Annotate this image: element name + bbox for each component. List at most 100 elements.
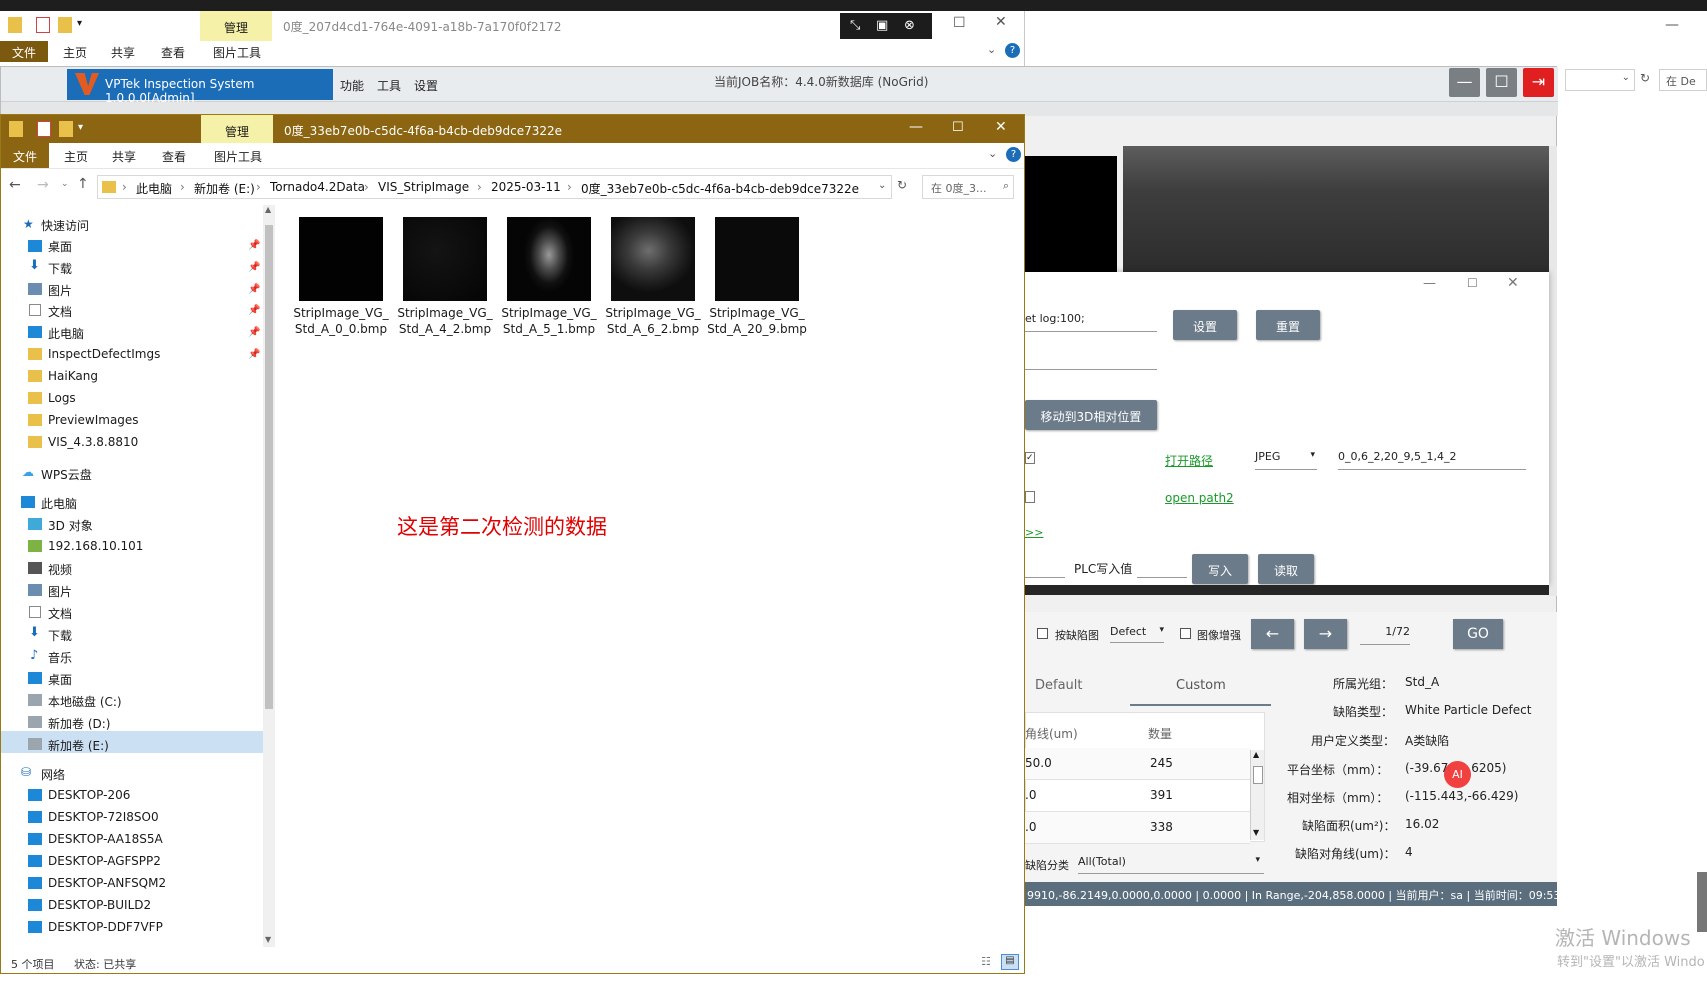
nav-quick-access[interactable]: 快速访问 xyxy=(41,217,89,234)
tab-home[interactable]: 主页 xyxy=(64,148,88,165)
refresh-icon[interactable]: ↻ xyxy=(1640,71,1650,85)
nav-network-pc[interactable]: DESKTOP-206 xyxy=(48,788,130,802)
prev-button[interactable]: ← xyxy=(1251,619,1294,649)
next-button[interactable]: → xyxy=(1304,619,1347,649)
nav-item-downloads[interactable]: 下载 xyxy=(48,260,72,277)
defect-select[interactable]: Defect ▾ xyxy=(1110,625,1164,643)
nav-network-pc[interactable]: DESKTOP-ANFSQM2 xyxy=(48,876,166,890)
pin-icon[interactable]: 📌 xyxy=(248,349,260,360)
nav-item-inspectdefectimgs[interactable]: InspectDefectImgs xyxy=(48,347,160,361)
nav-item-documents[interactable]: 文档 xyxy=(48,303,72,320)
help-icon[interactable]: ? xyxy=(1006,147,1021,162)
pin-icon[interactable]: ⤡ xyxy=(850,18,860,33)
scroll-up-icon[interactable]: ▲ xyxy=(1253,750,1259,759)
maximize-icon[interactable]: ☐ xyxy=(952,120,964,135)
dialog-close-icon[interactable]: ✕ xyxy=(1507,275,1519,291)
nav-item-pc-documents[interactable]: 文档 xyxy=(48,605,72,622)
back-arrow-icon[interactable]: ← xyxy=(9,177,21,193)
scroll-down-icon[interactable]: ▼ xyxy=(1253,828,1259,837)
more-link[interactable]: >> xyxy=(1025,526,1043,539)
path-input[interactable]: 0_0,6_2,20_9,5_1,4_2 xyxy=(1338,450,1526,470)
nav-item-pc-desktop[interactable]: 桌面 xyxy=(48,671,72,688)
file-name[interactable]: StripImage_VG_Std_A_5_1.bmp xyxy=(499,305,599,337)
table-row[interactable]: 50.0 245 xyxy=(1025,748,1250,780)
breadcrumb-current-folder[interactable]: 0度_33eb7e0b-c5dc-4f6a-b4cb-deb9dce7322e xyxy=(581,180,859,197)
dialog-minimize-icon[interactable]: — xyxy=(1423,276,1436,291)
tab-view[interactable]: 查看 xyxy=(161,44,185,61)
nav-item-videos[interactable]: 视频 xyxy=(48,561,72,578)
minimize-icon[interactable]: — xyxy=(1665,17,1679,33)
checkbox-unchecked[interactable] xyxy=(1025,491,1035,503)
nav-item-drive-d[interactable]: 新加卷 (D:) xyxy=(48,715,110,732)
file-name[interactable]: StripImage_VG_Std_A_6_2.bmp xyxy=(603,305,703,337)
screen-icon[interactable]: ▣ xyxy=(876,18,888,33)
large-icons-view-icon[interactable]: ▤ xyxy=(1001,954,1019,970)
table-scrollbar[interactable]: ▲ ▼ xyxy=(1250,750,1264,840)
nav-item-pc-downloads[interactable]: 下载 xyxy=(48,627,72,644)
scroll-down-icon[interactable]: ▼ xyxy=(265,935,271,944)
file-thumbnail[interactable] xyxy=(299,217,383,301)
pin-icon[interactable]: 📌 xyxy=(248,262,260,273)
nav-item-previewimages[interactable]: PreviewImages xyxy=(48,413,139,427)
nav-wps-cloud[interactable]: WPS云盘 xyxy=(41,466,92,483)
tab-share[interactable]: 共享 xyxy=(111,44,135,61)
file-thumbnail[interactable] xyxy=(611,217,695,301)
file-name[interactable]: StripImage_VG_Std_A_4_2.bmp xyxy=(395,305,495,337)
menu-settings[interactable]: 设置 xyxy=(414,77,438,94)
nav-item-music[interactable]: 音乐 xyxy=(48,649,72,666)
qat-dropdown-icon[interactable]: ▾ xyxy=(77,18,82,29)
nav-item-drive-c[interactable]: 本地磁盘 (C:) xyxy=(48,693,122,710)
pin-icon[interactable]: 📌 xyxy=(248,240,260,251)
nav-this-pc[interactable]: 此电脑 xyxy=(41,495,77,512)
tab-manage[interactable]: 管理 xyxy=(201,115,273,143)
open-path-link[interactable]: 打开路径 xyxy=(1165,452,1213,469)
vp-exit-button[interactable]: ⇥ xyxy=(1523,68,1554,97)
ribbon-expand-icon[interactable]: ⌄ xyxy=(988,147,997,160)
open-path2-link[interactable]: open path2 xyxy=(1165,491,1234,505)
close-icon[interactable]: ✕ xyxy=(995,14,1007,30)
refresh-icon[interactable]: ↻ xyxy=(897,178,907,192)
tab-picture-tools[interactable]: 图片工具 xyxy=(213,44,261,61)
checkbox-checked[interactable]: ✓ xyxy=(1025,452,1035,464)
right-dropdown[interactable]: ⌄ xyxy=(1565,69,1635,91)
pin-icon[interactable]: 📌 xyxy=(248,305,260,316)
breadcrumb-vis-stripimage[interactable]: VIS_StripImage xyxy=(378,180,469,194)
properties-icon[interactable] xyxy=(37,121,51,137)
vp-minimize-button[interactable]: — xyxy=(1449,68,1480,97)
scroll-up-icon[interactable]: ▲ xyxy=(265,205,271,214)
left-input[interactable] xyxy=(1025,558,1065,578)
tab-picture-tools[interactable]: 图片工具 xyxy=(214,148,262,165)
tab-file[interactable]: 文件 xyxy=(0,41,48,62)
nav-item-network-share[interactable]: 192.168.10.101 xyxy=(48,539,143,553)
breadcrumb-drive-e[interactable]: 新加卷 (E:) xyxy=(194,180,255,197)
write-button[interactable]: 写入 xyxy=(1192,554,1248,584)
nav-item-this-pc[interactable]: 此电脑 xyxy=(48,325,84,342)
read-button[interactable]: 读取 xyxy=(1258,554,1314,584)
breadcrumb-date[interactable]: 2025-03-11 xyxy=(491,180,561,194)
enhance-checkbox[interactable] xyxy=(1180,628,1191,639)
nav-network-pc[interactable]: DESKTOP-AA18S5A xyxy=(48,832,163,846)
go-button[interactable]: GO xyxy=(1453,619,1503,649)
breadcrumb-tornado[interactable]: Tornado4.2Data xyxy=(270,180,365,194)
minimize-icon[interactable]: — xyxy=(909,119,923,135)
file-name[interactable]: StripImage_VG_Std_A_0_0.bmp xyxy=(291,305,391,337)
defect-map-checkbox[interactable] xyxy=(1037,628,1048,639)
table-row[interactable]: .0 338 xyxy=(1025,812,1250,844)
nav-network-pc[interactable]: DESKTOP-BUILD2 xyxy=(48,898,151,912)
ribbon-expand-icon[interactable]: ⌄ xyxy=(987,43,996,56)
tab-view[interactable]: 查看 xyxy=(162,148,186,165)
tab-file[interactable]: 文件 xyxy=(1,143,49,168)
details-view-icon[interactable]: ☷ xyxy=(981,955,991,968)
nav-scroll-thumb[interactable] xyxy=(265,225,273,709)
close-circle-icon[interactable]: ⊗ xyxy=(904,18,915,33)
reset-button[interactable]: 重置 xyxy=(1256,310,1320,340)
nav-item-haikang[interactable]: HaiKang xyxy=(48,369,98,383)
ai-assistant-icon[interactable]: AI xyxy=(1444,761,1471,788)
file-name[interactable]: StripImage_VG_Std_A_20_9.bmp xyxy=(707,305,807,337)
nav-network[interactable]: 网络 xyxy=(41,766,65,783)
qat-dropdown-icon[interactable]: ▾ xyxy=(78,122,83,133)
nav-item-drive-e[interactable]: 新加卷 (E:) xyxy=(48,737,109,754)
dialog-maximize-icon[interactable]: ☐ xyxy=(1467,276,1478,290)
help-icon[interactable]: ? xyxy=(1005,43,1020,58)
new-folder-icon[interactable] xyxy=(59,121,73,137)
